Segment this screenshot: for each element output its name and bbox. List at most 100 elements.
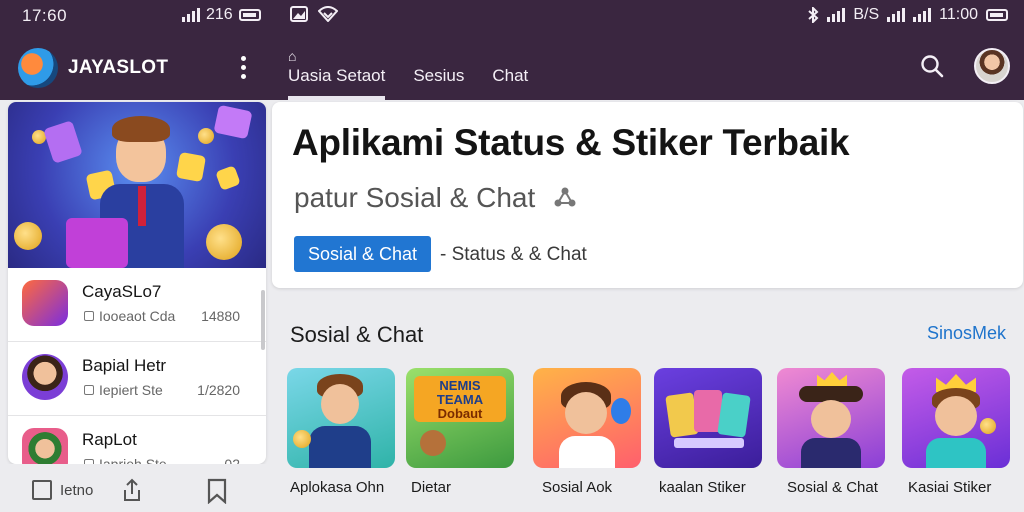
- character-face: [811, 400, 851, 438]
- signal-icon: [182, 8, 200, 22]
- battery-icon: [238, 9, 261, 21]
- tab-bar: ⌂ Uasia Setaot Sesius Chat: [288, 46, 528, 100]
- hero-card: Aplikami Status & Stiker Terbaik patur S…: [272, 102, 1023, 288]
- card-icon: [43, 120, 83, 164]
- status-text-left-pane: 216: [206, 6, 233, 23]
- featured-banner[interactable]: [8, 102, 266, 268]
- bottom-label: Ietno: [60, 482, 94, 499]
- character-body: [309, 426, 371, 468]
- coin-icon: [198, 128, 214, 144]
- app-logo-icon: [18, 48, 58, 88]
- crown-icon: [817, 372, 847, 386]
- character-face: [935, 396, 977, 436]
- tab-uasia-setaot[interactable]: ⌂ Uasia Setaot: [288, 46, 386, 100]
- tab-label: Chat: [492, 66, 529, 85]
- home-icon: ⌂: [288, 48, 297, 64]
- bluetooth-icon: [808, 7, 819, 23]
- app-tile-label: Kasiai Stiker: [908, 479, 992, 496]
- list-item-title: RapLot: [82, 430, 137, 449]
- brand-name: JAYASLOT: [68, 57, 169, 78]
- tray-icon: [674, 438, 744, 448]
- section-title: Sosial & Chat: [290, 322, 424, 347]
- wifi-icon: [318, 6, 338, 22]
- left-panel: CayaSLo7 Iooeaot Cda 14880 Bapial Hetr I…: [8, 102, 266, 464]
- category-chip[interactable]: Sosial & Chat: [294, 236, 432, 272]
- card-icon: [213, 104, 253, 140]
- character-face: [565, 392, 607, 434]
- coin-icon: [980, 418, 996, 434]
- list-item[interactable]: Bapial Hetr Iepiert Ste 1/2820: [8, 342, 266, 416]
- avatar-icon: [22, 354, 68, 400]
- balloon-icon: [611, 398, 631, 424]
- status-right-left-pane: 216: [182, 6, 261, 24]
- app-tile[interactable]: [654, 368, 762, 468]
- brand[interactable]: JAYASLOT: [18, 48, 168, 88]
- list-item-count: 02: [224, 456, 240, 464]
- bookmark-icon[interactable]: [206, 478, 228, 504]
- share-nodes-icon[interactable]: [553, 186, 577, 210]
- coin-icon: [14, 222, 42, 250]
- card-icon: [717, 392, 751, 438]
- app-tile-label: kaalan Stiker: [659, 479, 746, 496]
- signal-icon: [827, 8, 846, 22]
- dice-icon: [215, 165, 241, 191]
- status-time-right: 11:00: [939, 6, 978, 23]
- tab-chat[interactable]: Chat: [492, 46, 528, 100]
- tab-label: Sesius: [413, 66, 465, 85]
- list-item-subtitle: Iooeaot Cda: [84, 308, 175, 324]
- checkbox-icon: [84, 385, 94, 395]
- tile-banner: NEMIS TEAMA Dobaut: [414, 376, 506, 422]
- avatar-icon: [22, 428, 68, 464]
- character-hair: [112, 116, 170, 142]
- coin-icon: [206, 224, 242, 260]
- see-more-link[interactable]: SinosMek: [927, 323, 1006, 344]
- select-checkbox[interactable]: [32, 480, 52, 500]
- app-tile[interactable]: [777, 368, 885, 468]
- app-tile-label: Dietar: [411, 479, 452, 496]
- character-body: [926, 438, 986, 468]
- coin-icon: [293, 430, 311, 448]
- tab-sesius[interactable]: Sesius: [413, 46, 464, 100]
- scrollbar[interactable]: [260, 270, 266, 464]
- list-item-count: 14880: [201, 308, 240, 324]
- list-item-count: 1/2820: [197, 382, 240, 398]
- search-icon[interactable]: [920, 54, 944, 78]
- page-title: Aplikami Status & Stiker Terbaik: [292, 122, 850, 163]
- category-caption: - Status & & Chat: [440, 244, 587, 265]
- list-item-subtitle: Iaprieh Ste: [84, 456, 167, 464]
- app-icon: [22, 280, 68, 326]
- list-item[interactable]: RapLot Iaprieh Ste 02: [8, 416, 266, 464]
- status-network-text: B/S: [853, 6, 880, 23]
- avatar[interactable]: [974, 48, 1010, 84]
- dice-icon: [175, 151, 207, 183]
- app-tile[interactable]: [287, 368, 395, 468]
- app-tile[interactable]: [533, 368, 641, 468]
- app-grid: Aplokasa Ohn NEMIS TEAMA Dobaut Dietar Sos…: [287, 368, 1023, 512]
- image-icon: [290, 6, 308, 22]
- bear-icon: [420, 430, 446, 456]
- app-tile-label: Aplokasa Ohn: [290, 479, 385, 496]
- scrollbar-thumb[interactable]: [261, 290, 265, 350]
- page-subtitle: patur Sosial & Chat: [294, 182, 577, 214]
- app-tile[interactable]: NEMIS TEAMA Dobaut: [406, 368, 514, 468]
- app-tile-label: Sosial & Chat: [787, 479, 878, 496]
- battery-icon-right: [986, 9, 1008, 21]
- character-body: [801, 438, 861, 468]
- top-app-bar: 17:60 216 B/S 11:00 JAYASLOT ⌂ Uasia Set…: [0, 0, 1024, 100]
- list-item-subtitle: Iepiert Ste: [84, 382, 163, 398]
- list-item[interactable]: CayaSLo7 Iooeaot Cda 14880: [8, 268, 266, 342]
- character-face: [321, 384, 359, 424]
- app-tile-label: Sosial Aok: [542, 479, 613, 496]
- signal-icon-2: [887, 8, 906, 22]
- character-basket: [66, 218, 128, 268]
- list-item-title: CayaSLo7: [82, 282, 162, 301]
- status-icons-mid: [290, 6, 338, 22]
- status-icons-right: B/S 11:00: [807, 6, 1008, 24]
- signal-icon-3: [913, 8, 932, 22]
- share-icon[interactable]: [122, 478, 142, 502]
- more-menu-icon[interactable]: [240, 56, 246, 79]
- status-time-left: 17:60: [22, 6, 68, 25]
- app-tile[interactable]: [902, 368, 1010, 468]
- left-bottom-bar: Ietno: [0, 464, 272, 512]
- list-item-title: Bapial Hetr: [82, 356, 167, 375]
